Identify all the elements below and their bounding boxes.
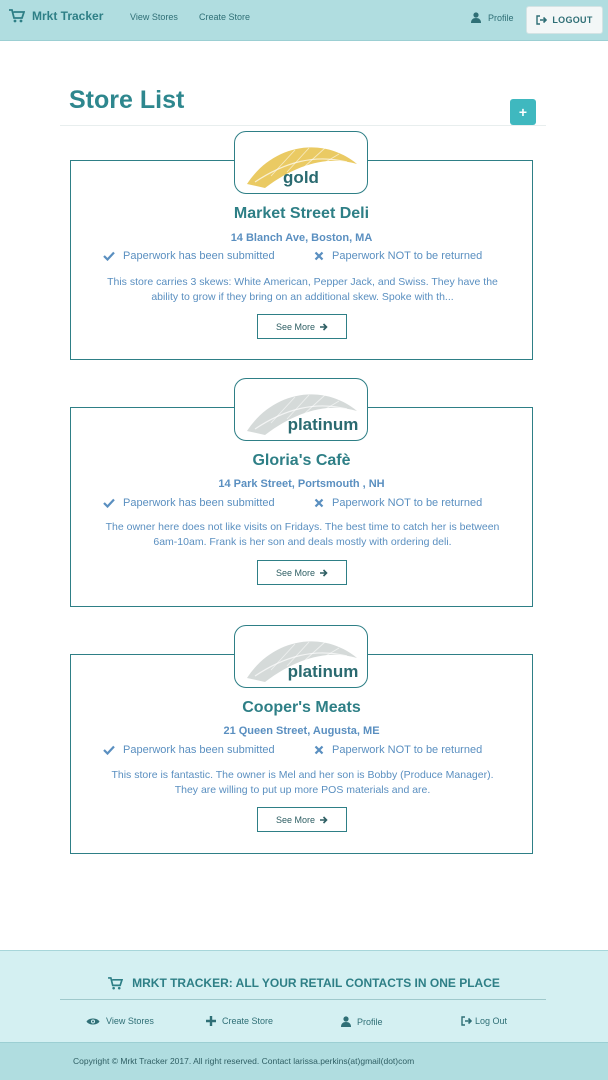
- user-icon: [341, 1016, 351, 1027]
- brand[interactable]: Mrkt Tracker: [9, 9, 103, 23]
- nav-profile[interactable]: Profile: [471, 12, 514, 23]
- status-not-returned-label: Paperwork NOT to be returned: [332, 744, 483, 756]
- copyright-bar: Copyright © Mrkt Tracker 2017. All right…: [0, 1042, 608, 1080]
- user-icon: [471, 12, 481, 23]
- arrow-right-icon: [320, 322, 328, 331]
- status-not-returned: Paperwork NOT to be returned: [314, 744, 482, 756]
- status-submitted: Paperwork has been submitted: [103, 744, 275, 756]
- store-name[interactable]: Cooper's Meats: [71, 699, 532, 717]
- status-not-returned: Paperwork NOT to be returned: [314, 250, 482, 262]
- status-submitted-label: Paperwork has been submitted: [123, 744, 275, 756]
- tier-badge-platinum: platinum: [234, 378, 368, 441]
- see-more-label: See More: [275, 814, 316, 825]
- store-address: 14 Park Street, Portsmouth , NH: [218, 478, 385, 490]
- cart-icon: [108, 976, 124, 989]
- nav-create-store[interactable]: Create Store: [199, 12, 250, 22]
- footer-create-store[interactable]: Create Store: [206, 1016, 273, 1026]
- copyright-text: Copyright © Mrkt Tracker 2017. All right…: [73, 1056, 415, 1066]
- status-submitted-label: Paperwork has been submitted: [123, 497, 275, 509]
- add-store-button[interactable]: +: [510, 99, 536, 125]
- x-icon: [314, 498, 324, 508]
- tier-label: platinum: [287, 415, 359, 434]
- sign-out-icon: [461, 1016, 472, 1026]
- see-more-button[interactable]: See More: [257, 560, 347, 585]
- see-more-button[interactable]: See More: [257, 807, 347, 832]
- store-description: The owner here does not like visits on F…: [105, 521, 500, 548]
- store-description: This store carries 3 skews: White Americ…: [107, 276, 498, 303]
- footer-profile-label: Profile: [357, 1016, 383, 1027]
- status-submitted: Paperwork has been submitted: [103, 497, 275, 509]
- x-icon: [314, 745, 324, 755]
- navbar: Mrkt Tracker View Stores Create Store Pr…: [0, 0, 608, 41]
- brand-name: Mrkt Tracker: [32, 9, 104, 23]
- footer: MRKT TRACKER: ALL YOUR RETAIL CONTACTS I…: [0, 950, 608, 1042]
- see-more-label: See More: [275, 321, 316, 332]
- plus-icon: [206, 1016, 216, 1026]
- status-not-returned-label: Paperwork NOT to be returned: [332, 497, 483, 509]
- footer-divider: [60, 999, 546, 1000]
- nav-profile-label: Profile: [488, 12, 514, 23]
- footer-profile[interactable]: Profile: [341, 1016, 383, 1027]
- arrow-right-icon: [320, 568, 328, 577]
- status-submitted: Paperwork has been submitted: [103, 250, 275, 262]
- check-icon: [103, 251, 115, 261]
- tier-badge-platinum: platinum: [234, 625, 368, 688]
- store-address: 21 Queen Street, Augusta, ME: [223, 725, 380, 737]
- footer-create-store-label: Create Store: [222, 1016, 274, 1026]
- tier-badge-gold: gold: [234, 131, 368, 194]
- tier-label: gold: [283, 168, 319, 187]
- eye-icon: [86, 1018, 100, 1024]
- status-submitted-label: Paperwork has been submitted: [123, 250, 275, 262]
- footer-title-text: MRKT TRACKER: ALL YOUR RETAIL CONTACTS I…: [132, 976, 500, 990]
- see-more-label: See More: [275, 567, 316, 578]
- footer-logout-label: Log Out: [475, 1016, 508, 1026]
- store-name[interactable]: Gloria's Cafè: [71, 452, 532, 470]
- divider: [60, 125, 546, 126]
- store-address: 14 Blanch Ave, Boston, MA: [230, 232, 373, 244]
- check-icon: [103, 745, 115, 755]
- sign-out-icon: [536, 15, 548, 25]
- logout-button[interactable]: LOGOUT: [526, 6, 603, 34]
- x-icon: [314, 251, 324, 261]
- page-title: Store List: [69, 86, 185, 114]
- store-name[interactable]: Market Street Deli: [71, 205, 532, 223]
- nav-view-stores[interactable]: View Stores: [130, 12, 178, 22]
- see-more-button[interactable]: See More: [257, 314, 347, 339]
- footer-view-stores-label: View Stores: [106, 1016, 154, 1026]
- arrow-right-icon: [320, 815, 328, 824]
- footer-logout[interactable]: Log Out: [461, 1016, 507, 1026]
- footer-title: MRKT TRACKER: ALL YOUR RETAIL CONTACTS I…: [0, 976, 608, 990]
- logout-label: LOGOUT: [552, 15, 593, 25]
- status-not-returned: Paperwork NOT to be returned: [314, 497, 482, 509]
- check-icon: [103, 498, 115, 508]
- tier-label: platinum: [287, 662, 359, 681]
- footer-view-stores[interactable]: View Stores: [86, 1016, 154, 1026]
- store-description: This store is fantastic. The owner is Me…: [111, 769, 494, 796]
- cart-icon: [9, 9, 25, 23]
- status-not-returned-label: Paperwork NOT to be returned: [332, 250, 483, 262]
